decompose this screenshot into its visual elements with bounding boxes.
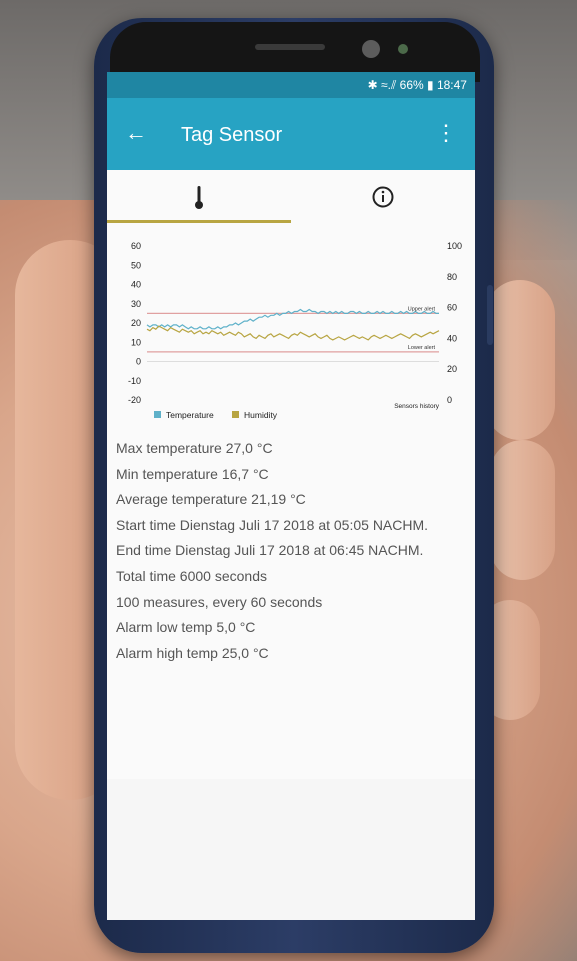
start-time: Start time Dienstag Juli 17 2018 at 05:0…: [116, 516, 429, 533]
lower-alert-label: Lower alert: [408, 345, 436, 351]
alarm-low-temp: Alarm low temp 5,0 °C: [116, 619, 256, 636]
y-right-tick-label: 0: [447, 395, 452, 405]
phone-speaker: [255, 44, 325, 50]
legend-label-temperature: Temperature: [166, 410, 214, 420]
arrow-left-icon[interactable]: ←: [125, 120, 147, 146]
thermometer-icon: [195, 186, 203, 209]
alarm-high-temp: Alarm high temp 25,0 °C: [116, 644, 269, 661]
y-left-tick-label: 40: [131, 280, 141, 290]
y-right-tick-label: 60: [447, 303, 457, 313]
sensor-chart: 6050403020100-10-20100806040200Upper ale…: [128, 241, 462, 420]
legend-label-humidity: Humidity: [244, 410, 278, 420]
y-left-tick-label: 50: [131, 260, 141, 270]
min-temperature: Min temperature 16,7 °C: [116, 465, 269, 482]
side-button[interactable]: [487, 285, 493, 345]
max-temperature: Max temperature 27,0 °C: [116, 440, 273, 456]
chart-description: Sensors history: [394, 403, 440, 410]
tab-indicator: [107, 220, 291, 223]
tab-bar: [107, 170, 475, 222]
tab-temperature[interactable]: [107, 170, 291, 222]
status-bar-text: ✱ ≈.⫽ 66% ▮ 18:47: [367, 78, 467, 92]
app-bar: ← Tag Sensor ⋮: [107, 98, 475, 170]
average-temperature: Average temperature 21,19 °C: [116, 491, 306, 508]
sensor-info: Max temperature 27,0 °C Min temperature …: [116, 436, 475, 666]
more-vert-icon[interactable]: ⋮: [435, 120, 457, 146]
legend-swatch-temperature: [154, 411, 161, 418]
y-right-tick-label: 100: [447, 241, 462, 251]
y-right-tick-label: 20: [447, 364, 457, 374]
total-time: Total time 6000 seconds: [116, 567, 267, 584]
y-left-tick-label: 10: [131, 337, 141, 347]
phone-screen: ✱ ≈.⫽ 66% ▮ 18:47 ← Tag Sensor ⋮ 60 50 40 3…: [107, 72, 475, 920]
measures: 100 measures, every 60 seconds: [116, 593, 323, 610]
y-left-tick-label: 30: [131, 299, 141, 309]
legend-swatch-humidity: [232, 411, 239, 418]
proximity-sensor: [398, 44, 408, 54]
page-title: Tag Sensor: [181, 124, 283, 146]
front-camera: [362, 40, 380, 58]
y-left-tick-label: 0: [136, 357, 141, 367]
end-time: End time Dienstag Juli 17 2018 at 06:45 …: [116, 542, 424, 559]
y-right-tick-label: 40: [447, 333, 457, 343]
y-left-tick-label: 20: [131, 318, 141, 328]
y-left-tick-label: 60: [131, 241, 141, 251]
finger: [490, 440, 555, 580]
empty-area: [107, 779, 475, 920]
series-line-temperature: [146, 308, 439, 330]
y-right-tick-label: 80: [447, 272, 457, 282]
info-icon: [372, 186, 394, 208]
series-line-humidity: [146, 325, 440, 341]
upper-alert-label: Upper alert: [408, 306, 436, 312]
tab-info[interactable]: [291, 170, 475, 222]
y-left-tick-label: -10: [128, 376, 141, 386]
y-left-tick-label: -20: [128, 395, 141, 405]
status-bar: ✱ ≈.⫽ 66% ▮ 18:47: [107, 72, 475, 98]
finger: [485, 280, 555, 440]
